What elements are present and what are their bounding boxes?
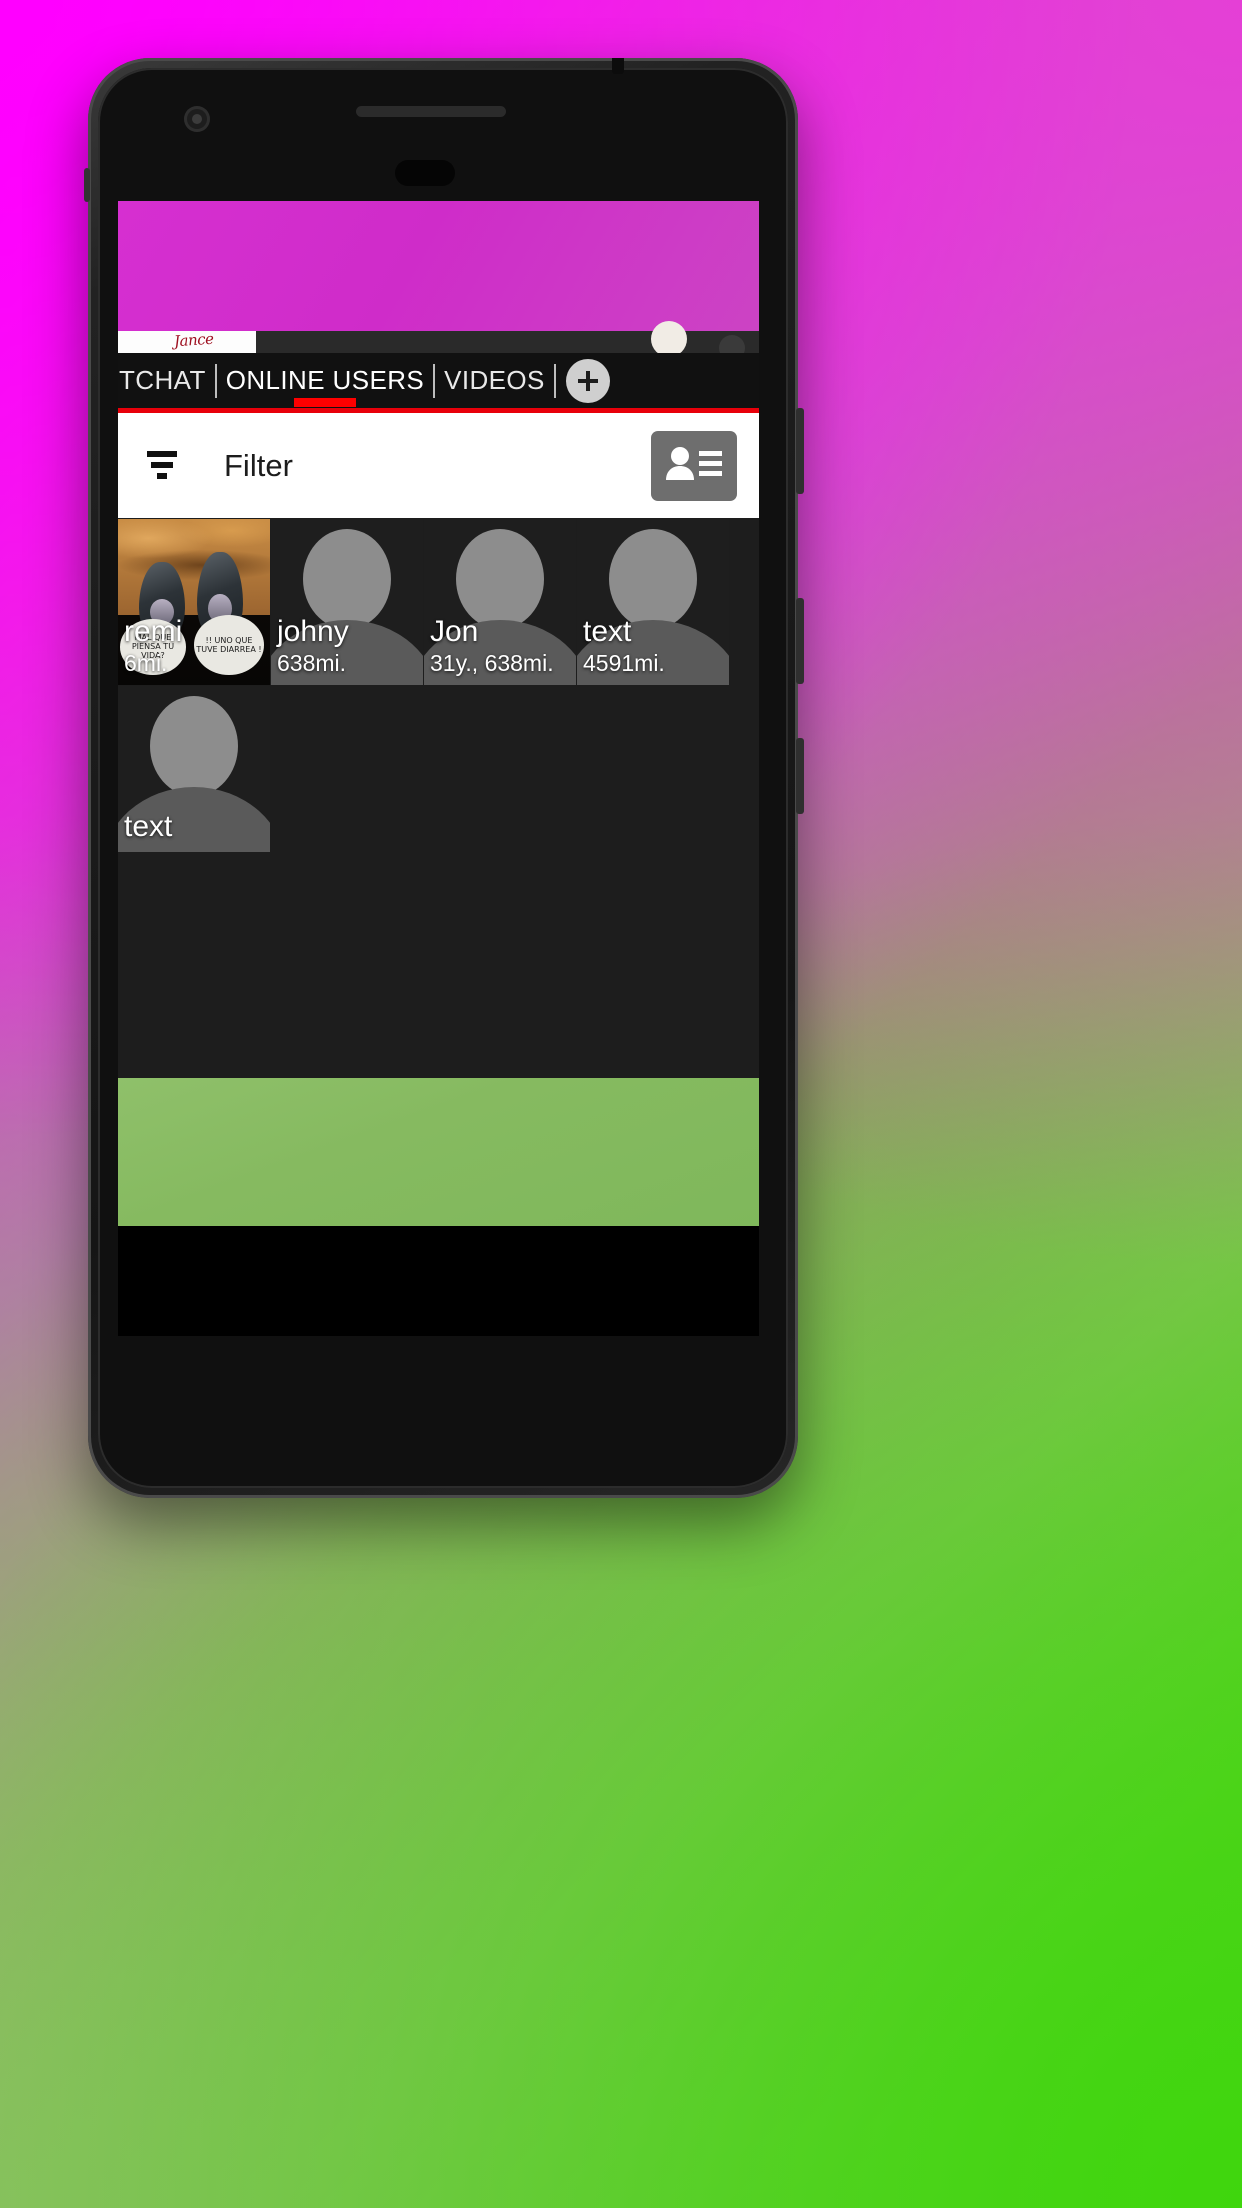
phone-frame: Jance TCHAT ONLINE USERS VIDEOS Filter M… <box>84 58 804 1498</box>
volume-up-button[interactable] <box>796 598 804 684</box>
earpiece-speaker <box>356 106 506 117</box>
user-age-distance: 31y., 638mi. <box>430 650 554 676</box>
sensor-bar <box>395 160 455 186</box>
top-ad-banner[interactable]: Jance <box>118 201 759 361</box>
tab-online-users[interactable]: ONLINE USERS <box>217 365 433 407</box>
phone-screen: Jance TCHAT ONLINE USERS VIDEOS Filter M… <box>118 201 759 1336</box>
user-card-meta: Jon 31y., 638mi. <box>424 615 576 685</box>
user-distance: 4591mi. <box>583 650 665 676</box>
user-card[interactable]: text <box>118 686 270 852</box>
online-users-grid: MÁL QUE PIENSA TU VIDA? !! UNO QUE TUVE … <box>118 518 759 1078</box>
filter-label: Filter <box>224 447 293 483</box>
tab-videos-label: VIDEOS <box>444 365 545 395</box>
user-card[interactable]: johny 638mi. <box>271 519 423 685</box>
screen-bottom-fill <box>118 1226 759 1266</box>
active-tab-indicator <box>293 398 356 407</box>
tab-tchat[interactable]: TCHAT <box>118 365 215 396</box>
left-side-button[interactable] <box>84 168 90 202</box>
filter-sort-icon[interactable] <box>144 446 190 486</box>
tab-online-users-label: ONLINE USERS <box>225 365 425 395</box>
power-button[interactable] <box>796 408 804 494</box>
ad-avatar-circle <box>651 321 687 357</box>
user-name: text <box>583 615 632 648</box>
user-card-meta: text 4591mi. <box>577 615 729 685</box>
contact-card-icon <box>663 442 725 491</box>
user-distance: 638mi. <box>277 650 347 676</box>
contacts-button[interactable] <box>651 431 737 501</box>
user-name: Jon <box>430 615 479 648</box>
user-card[interactable]: text 4591mi. <box>577 519 729 685</box>
user-name: text <box>124 810 173 843</box>
plus-icon <box>573 366 603 396</box>
user-name: johny <box>277 615 349 648</box>
user-card-meta: text <box>118 810 270 852</box>
user-distance: 6mi. <box>124 650 168 676</box>
tab-videos[interactable]: VIDEOS <box>435 365 554 396</box>
user-card[interactable]: MÁL QUE PIENSA TU VIDA? !! UNO QUE TUVE … <box>118 519 270 685</box>
grid-empty-space <box>118 852 759 1078</box>
tab-divider <box>553 363 556 398</box>
user-card-meta: johny 638mi. <box>271 615 423 685</box>
tab-bar: TCHAT ONLINE USERS VIDEOS <box>118 353 759 408</box>
tab-tchat-label: TCHAT <box>119 365 206 395</box>
ad-script-logo: Jance <box>173 329 214 351</box>
user-name: remi <box>124 615 183 648</box>
user-card-meta: remi 6mi. <box>118 615 270 685</box>
filter-bar: Filter <box>118 413 759 518</box>
bottom-ad-banner[interactable] <box>118 1078 759 1226</box>
user-card[interactable]: Jon 31y., 638mi. <box>424 519 576 685</box>
volume-down-button[interactable] <box>796 738 804 814</box>
front-camera-icon <box>184 106 210 132</box>
top-notch <box>612 58 624 74</box>
add-tab-button[interactable] <box>565 358 610 403</box>
